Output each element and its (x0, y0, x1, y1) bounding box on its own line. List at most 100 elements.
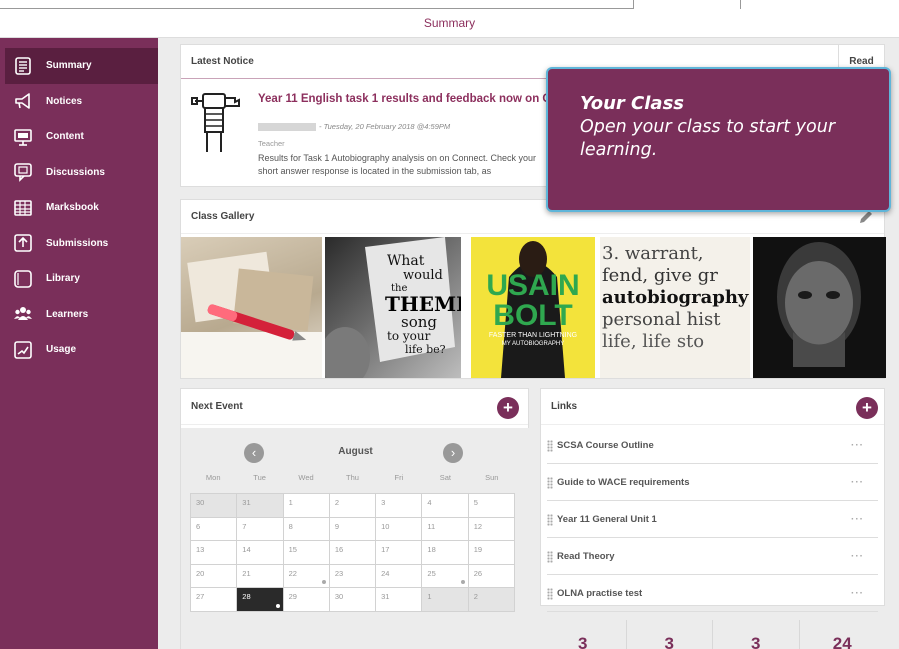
sidebar-item-library[interactable]: Library (5, 261, 158, 297)
next-event-heading: Next Event (181, 389, 528, 425)
calendar-day[interactable]: 19 (468, 541, 515, 565)
stat-value[interactable]: 3 (627, 620, 713, 649)
calendar-day[interactable]: 12 (468, 517, 515, 541)
calendar-day[interactable]: 21 (237, 564, 284, 588)
more-options-icon[interactable]: ··· (851, 477, 864, 488)
stat-value[interactable]: 3 (540, 620, 627, 649)
sidebar-item-learners[interactable]: Learners (5, 297, 158, 333)
day-number: 13 (196, 545, 205, 554)
day-number: 30 (196, 498, 205, 507)
calendar-day[interactable]: 5 (468, 494, 515, 518)
more-options-icon[interactable]: ··· (851, 440, 864, 451)
calendar-day[interactable]: 30 (329, 588, 377, 612)
links-card: Links + SCSA Course Outline ··· Guide to W… (540, 388, 885, 612)
gallery-row: What would the THEME song to your life b… (181, 237, 886, 378)
calendar-day[interactable]: 15 (283, 541, 330, 565)
link-label[interactable]: Read Theory (557, 551, 615, 562)
sidebar-item-discussions[interactable]: Discussions (5, 155, 158, 191)
calendar-day[interactable]: 20 (191, 564, 238, 588)
sidebar-item-submissions[interactable]: Submissions (5, 226, 158, 262)
notice-meta: - Tuesday, 20 February 2018 @4:59PM (258, 122, 450, 132)
day-number: 9 (334, 521, 340, 531)
calendar-day[interactable]: 25 (422, 564, 469, 588)
calendar-day[interactable]: 1 (422, 588, 469, 612)
calendar-day[interactable]: 23 (329, 564, 377, 588)
calendar-day[interactable]: 7 (237, 517, 284, 541)
link-item[interactable]: Year 11 General Unit 1 ··· (547, 502, 878, 538)
drag-handle-icon[interactable] (547, 587, 553, 600)
calendar-day[interactable]: 10 (376, 517, 423, 541)
calendar-day-today[interactable]: 28 (237, 588, 284, 612)
calendar-day[interactable]: 8 (283, 517, 330, 541)
calendar-day[interactable]: 4 (422, 494, 469, 518)
link-label[interactable]: Guide to WACE requirements (557, 477, 690, 488)
calendar-day[interactable]: 31 (237, 494, 284, 518)
link-item[interactable]: Guide to WACE requirements ··· (547, 465, 878, 501)
day-number: 21 (242, 568, 251, 578)
drag-handle-icon[interactable] (547, 439, 553, 452)
drag-handle-icon[interactable] (547, 513, 553, 526)
add-event-button[interactable]: + (497, 397, 519, 419)
folder-icon (13, 269, 33, 289)
calendar-day[interactable]: 1 (283, 494, 330, 518)
link-label[interactable]: OLNA practise test (557, 588, 642, 599)
next-month-button[interactable]: › (443, 443, 463, 463)
sidebar-item-label: Marksbook (46, 202, 99, 214)
gallery-image-dictionary[interactable]: 3. warrant, fend, give gr autobiography … (600, 237, 750, 378)
sidebar-item-label: Learners (46, 308, 89, 320)
coach-tooltip[interactable]: Your Class Open your class to start your… (546, 67, 891, 212)
calendar-day[interactable]: 17 (376, 541, 423, 565)
gallery-image-pen[interactable] (181, 237, 322, 378)
calendar-day[interactable]: 11 (422, 517, 469, 541)
link-item[interactable]: OLNA practise test ··· (547, 576, 878, 612)
calendar-day[interactable]: 24 (376, 564, 423, 588)
calendar-day[interactable]: 26 (468, 564, 515, 588)
calendar-day[interactable]: 6 (191, 517, 238, 541)
calendar-day[interactable]: 29 (283, 588, 330, 612)
calendar-day[interactable]: 14 (237, 541, 284, 565)
gallery-image-theme-song[interactable]: What would the THEME song to your life b… (325, 237, 461, 378)
link-label[interactable]: Year 11 General Unit 1 (557, 514, 657, 525)
calendar-day[interactable]: 22 (283, 564, 330, 588)
sidebar-item-content[interactable]: Content (5, 119, 158, 155)
class-gallery-card: Class Gallery What would the THEM song t… (180, 199, 886, 379)
sidebar-item-summary[interactable]: Summary (5, 48, 158, 84)
calendar-day[interactable]: 16 (329, 541, 377, 565)
calendar-day[interactable]: 30 (191, 494, 238, 518)
more-options-icon[interactable]: ··· (851, 588, 864, 599)
notice-title[interactable]: Year 11 English task 1 results and feedb… (258, 93, 551, 105)
sidebar-item-notices[interactable]: Notices (5, 84, 158, 120)
calendar-day[interactable]: 3 (376, 494, 423, 518)
day-number: 12 (473, 521, 483, 531)
people-icon (13, 304, 33, 324)
megaphone-icon (13, 91, 33, 111)
day-number: 25 (427, 568, 436, 578)
stat-value[interactable]: 3 (713, 620, 800, 649)
calendar-day[interactable]: 13 (191, 541, 238, 565)
add-link-button[interactable]: + (856, 397, 878, 419)
more-options-icon[interactable]: ··· (851, 514, 864, 525)
stat-value[interactable]: 24 (800, 620, 886, 649)
calendar-day[interactable]: 31 (376, 588, 423, 612)
drag-handle-icon[interactable] (547, 476, 553, 489)
link-item[interactable]: Read Theory ··· (547, 539, 878, 575)
calendar-day[interactable]: 27 (191, 588, 238, 612)
calendar-day[interactable]: 2 (468, 588, 515, 612)
gallery-image-portrait[interactable] (753, 237, 886, 378)
day-number: 4 (427, 498, 432, 507)
sidebar-item-usage[interactable]: Usage (5, 332, 158, 368)
calendar-day[interactable]: 2 (329, 494, 377, 518)
link-item[interactable]: SCSA Course Outline ··· (547, 428, 878, 464)
calendar: ‹ August › Mon Tue Wed Thu Fri Sat Sun 30 31 1 2 3… (181, 428, 530, 649)
weekday-label: Sat (439, 473, 451, 482)
calendar-day[interactable]: 18 (422, 541, 469, 565)
drag-handle-icon[interactable] (547, 550, 553, 563)
link-label[interactable]: SCSA Course Outline (557, 440, 654, 451)
gallery-image-usain-bolt[interactable]: USAIN BOLT FASTER THAN LIGHTNING MY AUTO… (471, 237, 595, 378)
gallery-text: autobiography (602, 287, 749, 308)
sidebar-item-marksbook[interactable]: Marksbook (5, 190, 158, 226)
more-options-icon[interactable]: ··· (851, 551, 864, 562)
grid-icon (13, 198, 33, 218)
calendar-day[interactable]: 9 (329, 517, 377, 541)
day-number: 20 (196, 568, 205, 578)
